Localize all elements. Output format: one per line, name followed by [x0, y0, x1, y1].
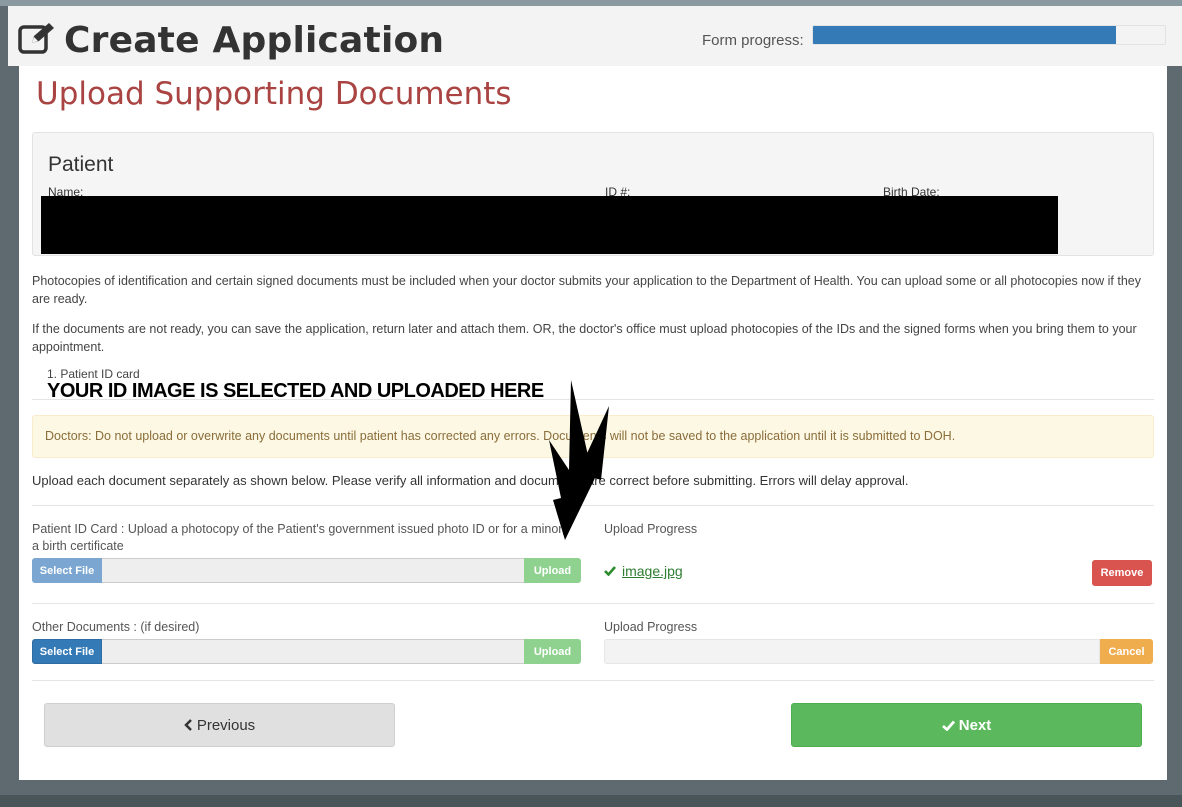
chevron-left-icon	[184, 719, 193, 731]
info-paragraph-1: Photocopies of identification and certai…	[32, 274, 1142, 306]
id-card-file-name-field[interactable]	[102, 558, 524, 583]
divider	[32, 680, 1154, 681]
other-documents-upload-progress-label: Upload Progress	[604, 620, 698, 634]
other-documents-file-name-field[interactable]	[102, 639, 524, 664]
other-documents-file-input-group: Select File Upload	[32, 639, 581, 664]
other-documents-select-file-button[interactable]: Select File	[32, 639, 102, 664]
cancel-button[interactable]: Cancel	[1100, 639, 1153, 664]
form-progress-bar	[812, 25, 1166, 45]
annotation-arrow-icon	[549, 380, 609, 540]
other-documents-upload-label: Other Documents : (if desired)	[32, 620, 200, 634]
patient-info-panel: Patient Name: ID #: Birth Date:	[32, 132, 1154, 256]
remove-button[interactable]: Remove	[1092, 560, 1152, 586]
edit-icon	[18, 21, 56, 60]
form-progress-label: Form progress:	[702, 32, 804, 49]
page-header: Create Application Form progress:	[8, 6, 1182, 66]
document-list-item: 1. Patient ID card	[47, 367, 140, 381]
previous-label: Previous	[196, 716, 256, 734]
main-panel: Upload Supporting Documents Patient Name…	[19, 66, 1167, 780]
info-paragraph-2: If the documents are not ready, you can …	[32, 322, 1137, 354]
check-icon	[941, 720, 955, 731]
next-label: Next	[958, 716, 992, 734]
other-documents-upload-button[interactable]: Upload	[524, 639, 581, 664]
title-group: Create Application	[18, 20, 444, 61]
divider	[32, 603, 1154, 604]
id-card-upload-button[interactable]: Upload	[524, 558, 581, 583]
upload-instructions: Upload each document separately as shown…	[32, 473, 909, 488]
id-card-file-input-group: Select File Upload	[32, 558, 581, 583]
redaction-block	[41, 196, 1058, 254]
patient-heading: Patient	[48, 153, 114, 176]
uploaded-file-link[interactable]: image.jpg	[622, 563, 683, 579]
page-title: Create Application	[64, 20, 445, 61]
window-bottom-strip	[0, 795, 1182, 807]
uploaded-file: image.jpg	[604, 563, 683, 579]
next-button[interactable]: Next	[791, 703, 1142, 747]
other-documents-progress-bar	[604, 639, 1100, 664]
check-icon	[604, 563, 616, 579]
form-progress-fill	[813, 26, 1116, 44]
section-title: Upload Supporting Documents	[36, 76, 512, 112]
id-card-select-file-button[interactable]: Select File	[32, 558, 102, 583]
previous-button[interactable]: Previous	[44, 703, 395, 747]
id-card-upload-label: Patient ID Card : Upload a photocopy of …	[32, 522, 566, 553]
